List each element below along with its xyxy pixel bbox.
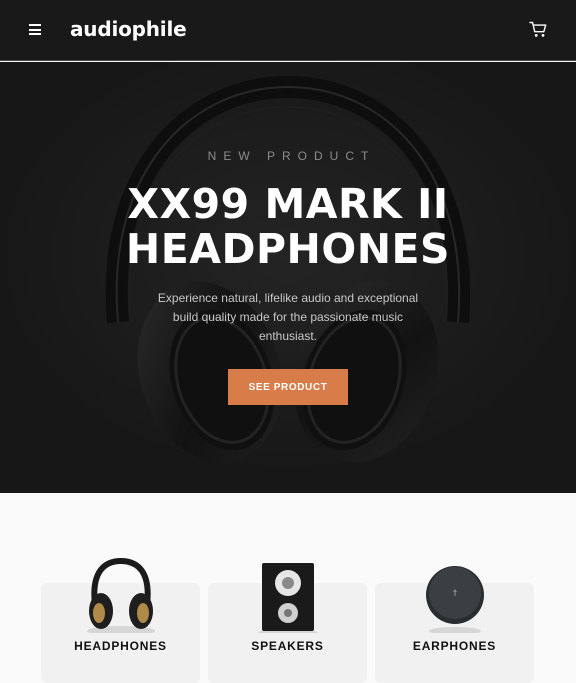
hero-headphones-image bbox=[0, 62, 576, 493]
category-card-headphones[interactable]: HEADPHONES bbox=[41, 557, 200, 683]
headphones-image bbox=[87, 557, 155, 633]
hero-title-line-2: HEADPHONES bbox=[125, 225, 451, 273]
speaker-image bbox=[258, 563, 318, 633]
category-label: EARPHONES bbox=[412, 639, 497, 653]
category-section: HEADPHONES SPEAKERS EARPHONES bbox=[0, 493, 576, 683]
site-header: audiophile bbox=[0, 0, 576, 61]
category-card-earphones[interactable]: EARPHONES bbox=[375, 566, 534, 683]
hero-section: NEW PRODUCT XX99 MARK II HEADPHONES Expe… bbox=[0, 62, 576, 493]
hero-title-line-1: XX99 MARK II bbox=[127, 180, 449, 228]
category-label: SPEAKERS bbox=[251, 639, 324, 653]
earphones-image bbox=[426, 566, 484, 633]
hero-title: XX99 MARK II HEADPHONES bbox=[0, 182, 576, 272]
cart-icon[interactable] bbox=[529, 21, 547, 38]
logo[interactable]: audiophile bbox=[70, 17, 187, 41]
see-product-button[interactable]: SEE PRODUCT bbox=[228, 369, 348, 405]
hero-description: Experience natural, lifelike audio and e… bbox=[157, 291, 419, 343]
hamburger-menu-icon[interactable] bbox=[29, 24, 41, 35]
hero-eyebrow: NEW PRODUCT bbox=[207, 149, 376, 163]
category-label: HEADPHONES bbox=[74, 639, 167, 653]
category-card-speakers[interactable]: SPEAKERS bbox=[208, 563, 367, 683]
